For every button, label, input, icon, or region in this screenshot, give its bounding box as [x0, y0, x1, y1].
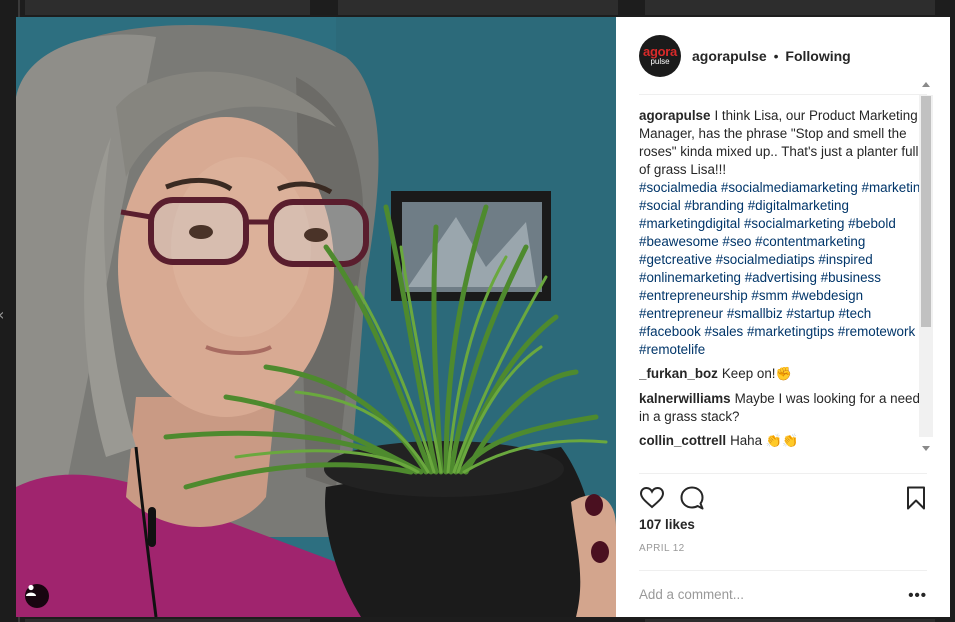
person-icon — [26, 584, 36, 596]
post-modal: agora pulse agorapulse • Following agora… — [16, 17, 950, 617]
post-photo-illustration — [16, 17, 616, 617]
scroll-down-arrow-icon[interactable] — [922, 446, 930, 451]
comment-composer: ••• — [639, 570, 927, 618]
background-thumbnail — [25, 0, 310, 15]
clapping-emoji: 👏👏 — [765, 434, 799, 449]
comment-text: Haha — [730, 433, 763, 448]
following-button[interactable]: Following — [785, 48, 850, 64]
speech-bubble-icon[interactable] — [679, 485, 705, 511]
post-photo[interactable] — [16, 17, 616, 617]
comment-input[interactable] — [639, 587, 889, 602]
fist-emoji: ✊ — [775, 367, 792, 382]
caption: agorapulse I think Lisa, our Product Mark… — [639, 107, 931, 359]
header-username[interactable]: agorapulse — [692, 48, 767, 64]
post-side-panel: agora pulse agorapulse • Following agora… — [616, 17, 950, 617]
scroll-up-arrow-icon[interactable] — [922, 82, 930, 87]
background-thumbnail — [645, 0, 935, 15]
comment-text: Keep on! — [721, 366, 776, 381]
action-bar — [639, 473, 927, 512]
tag-button[interactable] — [25, 584, 49, 608]
comment-username[interactable]: _furkan_boz — [639, 366, 718, 381]
list-item: kalnerwilliams Maybe I was looking for a … — [639, 390, 931, 426]
likes-count[interactable]: 107 likes — [639, 517, 695, 532]
avatar[interactable]: agora pulse — [639, 34, 681, 77]
post-header: agora pulse agorapulse • Following — [639, 17, 927, 95]
comment-username[interactable]: collin_cottrell — [639, 433, 726, 448]
caption-username[interactable]: agorapulse — [639, 108, 710, 123]
comment-username[interactable]: kalnerwilliams — [639, 391, 731, 406]
ellipsis-icon[interactable]: ••• — [908, 587, 927, 604]
heart-icon[interactable] — [639, 485, 665, 511]
comments-scrollbar-thumb[interactable] — [921, 96, 931, 327]
avatar-logo-subtext: pulse — [650, 57, 670, 66]
previous-arrow-icon[interactable]: ‹ — [0, 305, 4, 324]
header-text: agorapulse • Following — [692, 48, 851, 64]
bookmark-icon[interactable] — [903, 485, 929, 511]
caption-hashtags[interactable]: #socialmedia #socialmediamarketing #mark… — [639, 180, 928, 357]
header-separator: • — [773, 47, 779, 64]
list-item: _furkan_boz Keep on!✊ — [639, 365, 931, 384]
action-icons — [639, 474, 927, 512]
list-item: collin_cottrell Haha 👏👏 — [639, 432, 931, 451]
post-date: APRIL 12 — [639, 543, 685, 554]
background-thumbnail — [338, 0, 618, 15]
comments-list: agorapulse I think Lisa, our Product Mark… — [639, 107, 931, 472]
